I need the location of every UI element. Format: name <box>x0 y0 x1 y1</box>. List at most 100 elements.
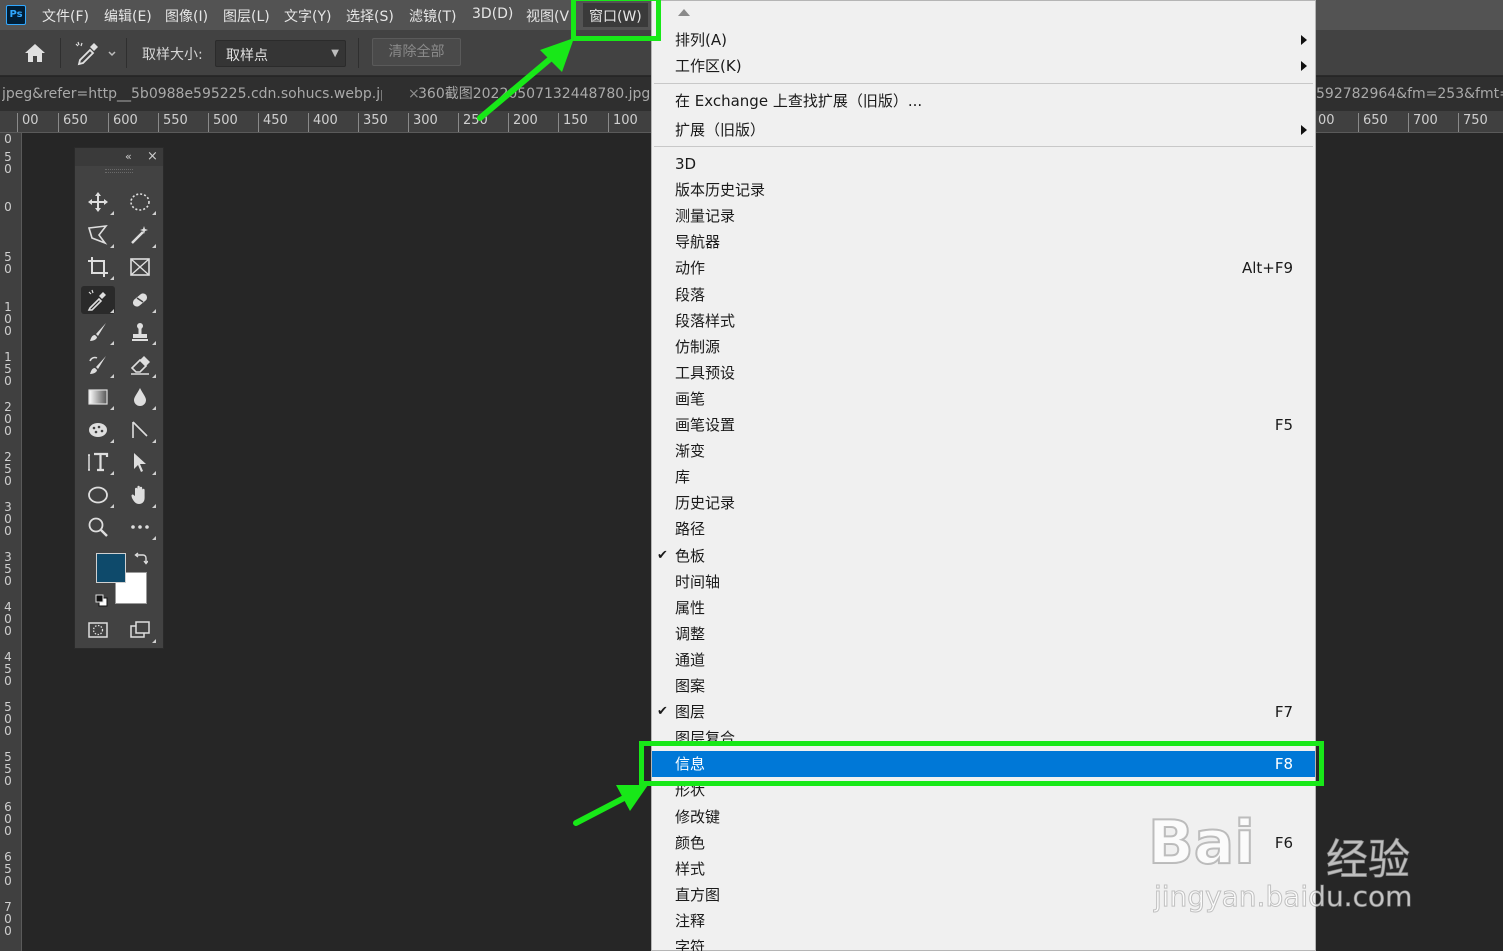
menu-item-label: 通道 <box>675 650 706 669</box>
annotation-arrow-icon <box>573 785 648 826</box>
menu-item[interactable]: ✔ 色板 <box>652 543 1315 569</box>
menu-item[interactable]: 图层复合 <box>652 725 1315 751</box>
menu-file[interactable]: 文件(F) <box>42 6 89 26</box>
eraser-tool-icon[interactable] <box>123 351 157 379</box>
close-icon[interactable]: × <box>147 149 158 164</box>
magic-wand-tool-icon[interactable] <box>123 221 157 249</box>
tab-document-1[interactable]: jpeg&refer=http__5b0988e595225.cdn.sohuc… <box>2 77 382 111</box>
eyedropper-tool-icon[interactable] <box>81 286 115 314</box>
menu-select[interactable]: 选择(S) <box>346 6 394 26</box>
menu-item-label: 修改键 <box>675 807 721 826</box>
menu-item[interactable]: 渐变 <box>652 438 1315 464</box>
submenu-arrow-icon <box>1301 61 1307 71</box>
options-separator <box>358 38 359 68</box>
ruler-label: 400 <box>308 113 338 132</box>
foreground-color-swatch[interactable] <box>96 553 126 583</box>
ruler-label: 00 <box>17 113 39 132</box>
scroll-up-icon[interactable] <box>678 9 690 16</box>
more-tools-icon[interactable] <box>123 513 157 541</box>
menu-item[interactable]: 路径 <box>652 516 1315 542</box>
menu-filter[interactable]: 滤镜(T) <box>409 6 456 26</box>
menu-item[interactable]: 排列(A) <box>652 27 1315 53</box>
menu-item-label: 渐变 <box>675 442 706 461</box>
menu-item[interactable]: ✔ 图层 F7 <box>652 699 1315 725</box>
sponge-tool-icon[interactable] <box>81 416 115 444</box>
quick-mask-icon[interactable] <box>81 616 115 644</box>
menu-type[interactable]: 文字(Y) <box>284 6 331 26</box>
spot-healing-brush-icon[interactable] <box>123 286 157 314</box>
home-icon[interactable] <box>22 42 48 64</box>
tools-panel-header[interactable]: « × <box>75 148 163 166</box>
ruler-label: 3 5 0 <box>4 550 12 588</box>
pen-tool-icon[interactable] <box>123 416 157 444</box>
menu-edit[interactable]: 编辑(E) <box>104 6 152 26</box>
menu-item-shortcut: Alt+F9 <box>1241 259 1293 278</box>
menu-separator <box>654 83 1313 84</box>
path-selection-tool-icon[interactable] <box>123 448 157 476</box>
menu-3d[interactable]: 3D(D) <box>472 6 513 22</box>
sample-size-select[interactable]: 取样点 ▼ <box>215 40 346 67</box>
crop-tool-icon[interactable] <box>81 253 115 281</box>
collapse-icon[interactable]: « <box>125 150 132 163</box>
menu-image[interactable]: 图像(I) <box>165 6 208 26</box>
menu-item[interactable]: 版本历史记录 <box>652 177 1315 203</box>
default-colors-icon[interactable] <box>95 592 108 607</box>
menu-item-label: 样式 <box>675 859 706 878</box>
menu-item[interactable]: 调整 <box>652 621 1315 647</box>
frame-tool-icon[interactable] <box>123 253 157 281</box>
menu-item[interactable]: 导航器 <box>652 229 1315 255</box>
menu-item[interactable]: 测量记录 <box>652 203 1315 229</box>
annotation-arrow-icon <box>477 38 574 121</box>
menu-item-label: 动作 <box>675 259 706 278</box>
polygonal-lasso-tool-icon[interactable] <box>81 221 115 249</box>
menu-item[interactable]: 字符 <box>652 934 1315 951</box>
menu-item[interactable]: 在 Exchange 上查找扩展（旧版）... <box>652 88 1315 114</box>
menu-item-label: 版本历史记录 <box>675 181 766 200</box>
menu-item[interactable]: 通道 <box>652 647 1315 673</box>
menu-item[interactable]: 时间轴 <box>652 569 1315 595</box>
blur-tool-icon[interactable] <box>123 383 157 411</box>
tool-preset-picker[interactable] <box>74 40 118 66</box>
menu-item[interactable]: 图案 <box>652 673 1315 699</box>
menu-item[interactable]: 3D <box>652 151 1315 177</box>
menu-layer[interactable]: 图层(L) <box>223 6 270 26</box>
menu-item[interactable]: 工作区(K) <box>652 53 1315 79</box>
move-tool-icon[interactable] <box>81 188 115 216</box>
menu-item[interactable]: 动作 Alt+F9 <box>652 255 1315 281</box>
sample-size-label: 取样大小: <box>142 47 203 63</box>
screen-mode-icon[interactable] <box>123 616 157 644</box>
ruler-label: 5 0 <box>4 150 12 176</box>
elliptical-marquee-tool-icon[interactable] <box>123 188 157 216</box>
menu-item[interactable]: 段落样式 <box>652 308 1315 334</box>
menu-item[interactable]: 画笔 <box>652 386 1315 412</box>
menu-window[interactable]: 窗口(W) <box>583 3 648 27</box>
ellipse-shape-tool-icon[interactable] <box>81 481 115 509</box>
menu-item-label: 扩展（旧版） <box>675 121 766 139</box>
clone-stamp-tool-icon[interactable] <box>123 318 157 346</box>
gradient-tool-icon[interactable] <box>81 383 115 411</box>
menu-view[interactable]: 视图(V <box>526 6 569 26</box>
type-tool-icon[interactable] <box>81 448 115 476</box>
panel-grip[interactable] <box>105 169 133 173</box>
menu-item[interactable]: 历史记录 <box>652 490 1315 516</box>
swap-colors-icon[interactable] <box>134 550 149 565</box>
menu-item-label: 在 Exchange 上查找扩展（旧版）... <box>675 92 923 110</box>
menu-item[interactable]: 库 <box>652 464 1315 490</box>
menu-item[interactable]: 画笔设置 F5 <box>652 412 1315 438</box>
tab-document-3[interactable]: 592782964&fm=253&fmt=a <box>1316 77 1503 111</box>
menu-item[interactable]: 扩展（旧版） <box>652 117 1315 143</box>
watermark-logo: Bai <box>1147 807 1256 879</box>
ruler-label: 0 <box>4 200 12 214</box>
menu-item[interactable]: 信息 F8 <box>652 751 1315 778</box>
menu-item[interactable]: 仿制源 <box>652 334 1315 360</box>
menu-item[interactable]: 段落 <box>652 282 1315 308</box>
hand-tool-icon[interactable] <box>123 481 157 509</box>
zoom-tool-icon[interactable] <box>81 513 115 541</box>
submenu-arrow-icon <box>1301 125 1307 135</box>
menu-item[interactable]: 工具预设 <box>652 360 1315 386</box>
history-brush-tool-icon[interactable] <box>81 351 115 379</box>
menu-item-label: 时间轴 <box>675 572 721 591</box>
menu-item[interactable]: 属性 <box>652 595 1315 621</box>
brush-tool-icon[interactable] <box>81 318 115 346</box>
clear-all-button[interactable]: 清除全部 <box>372 38 461 66</box>
